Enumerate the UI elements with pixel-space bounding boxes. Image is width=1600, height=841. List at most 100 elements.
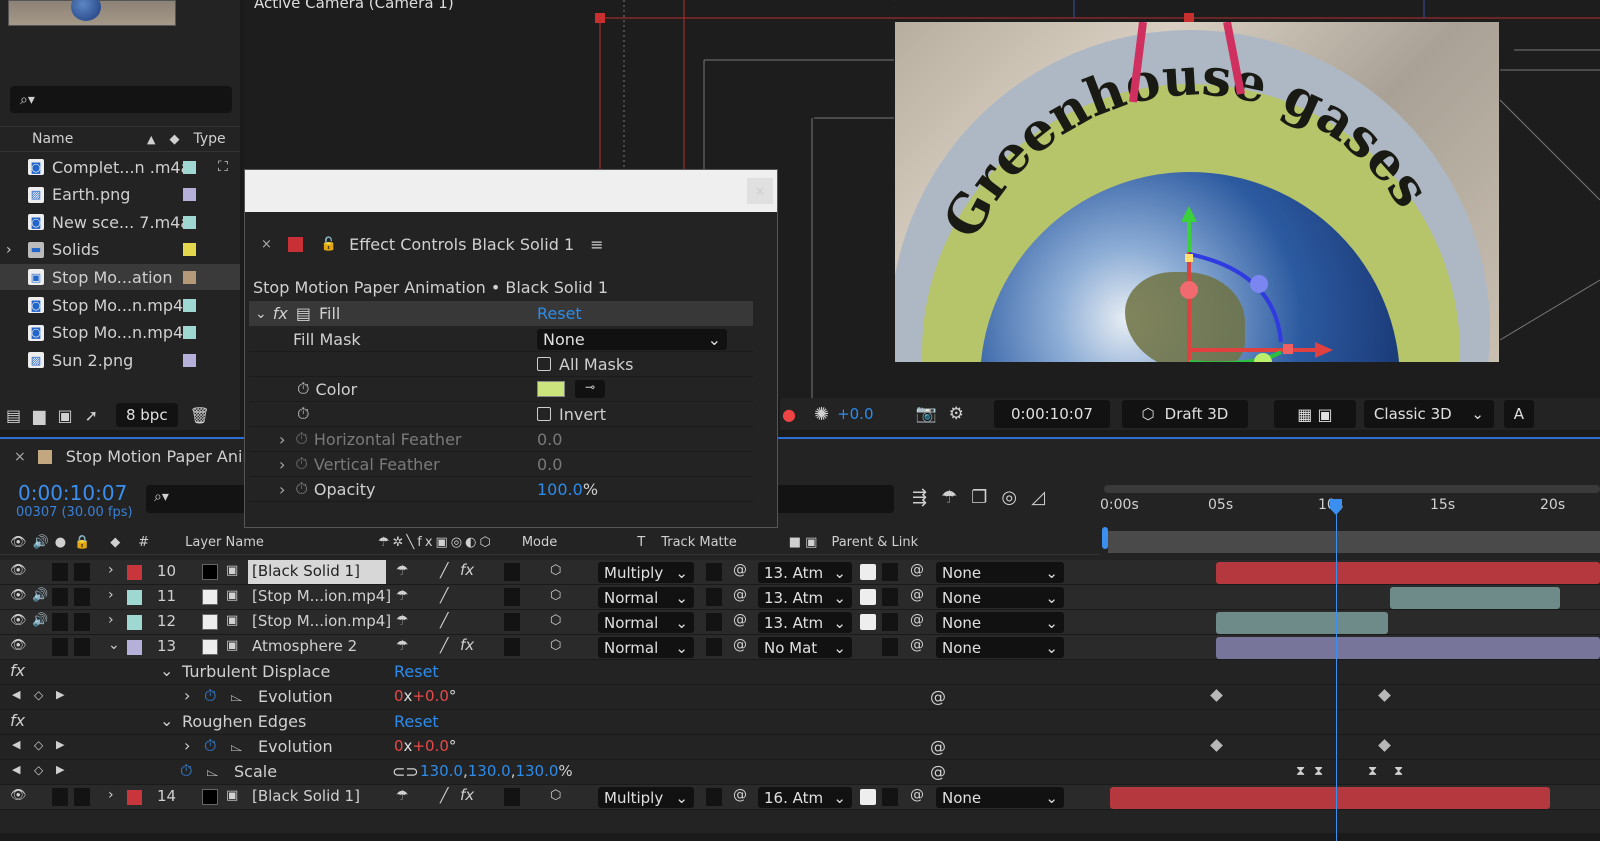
switch-box[interactable] [504, 638, 520, 656]
close-tab-icon[interactable]: × [14, 449, 26, 465]
lock-switch[interactable] [74, 788, 90, 806]
graph-icon[interactable]: ⌳ [206, 761, 218, 781]
expand-chevron-icon[interactable]: › [184, 686, 190, 705]
blend-mode-dropdown[interactable]: Normal ⌄ [598, 587, 694, 608]
time-ruler[interactable]: 0:00s 05s 10s 15s 20s [1100, 479, 1600, 529]
hold-keyframe-icon[interactable]: ⧗ [1394, 764, 1403, 779]
evolution-value[interactable]: 0x+0.0° [394, 687, 456, 705]
eye-icon[interactable]: 👁 [10, 588, 27, 603]
add-keyframe-icon[interactable]: ◇ [34, 688, 43, 702]
track-matte-pickwhip-icon[interactable]: @ [733, 787, 747, 803]
parent-pickwhip-icon[interactable]: @ [910, 587, 924, 603]
track-matte-header[interactable]: Track Matte [661, 535, 737, 550]
track-matte-pickwhip-icon[interactable]: @ [733, 562, 747, 578]
project-item[interactable]: ▨ Earth.png [0, 182, 240, 208]
solo-switch[interactable] [52, 588, 68, 606]
solo-header-icon[interactable]: ● [55, 535, 66, 550]
project-settings-icon[interactable]: ➚ [85, 406, 98, 425]
reset-exposure-icon[interactable]: ✺ [814, 404, 829, 425]
matte-invert-switch[interactable] [882, 788, 898, 806]
effect-turbulent-displace[interactable]: Turbulent Displace [182, 662, 330, 681]
invert-checkbox[interactable] [537, 407, 551, 421]
column-type[interactable]: Type [193, 131, 225, 147]
eye-header-icon[interactable]: 👁 [10, 535, 27, 550]
preserve-transparency[interactable] [706, 563, 722, 581]
layer-name[interactable]: [Black Solid 1] [248, 560, 386, 584]
preserve-transparency[interactable] [706, 788, 722, 806]
sort-up-icon[interactable]: ▲ [147, 133, 155, 146]
next-keyframe-icon[interactable]: ▶ [56, 763, 64, 776]
layer-label-swatch[interactable] [127, 590, 142, 605]
renderer-dropdown[interactable]: Classic 3D ⌄ [1363, 400, 1494, 428]
stopwatch-icon[interactable]: ⏱ [180, 761, 192, 781]
graph-icon[interactable]: ⌳ [230, 736, 242, 756]
matte-alpha-icon[interactable] [860, 614, 876, 630]
current-time[interactable]: 0:00:10:07 [18, 481, 127, 505]
track-matte-dropdown[interactable]: 16. Atm ⌄ [758, 787, 852, 808]
fx-switch[interactable]: fx [460, 636, 474, 654]
collapse-chevron-icon[interactable]: ⌄ [160, 661, 173, 680]
roughen-reset-link[interactable]: Reset [394, 712, 439, 731]
add-keyframe-icon[interactable]: ◇ [34, 738, 43, 752]
layer-name[interactable]: [Stop M...ion.mp4] [248, 585, 395, 609]
frame-blend-icon[interactable]: ❐ [971, 487, 987, 508]
preserve-transparency[interactable] [706, 638, 722, 656]
project-item-label[interactable] [183, 353, 196, 367]
blend-mode-dropdown[interactable]: Normal ⌄ [598, 637, 694, 658]
constrain-link-icon[interactable]: ⊂⊃ [392, 762, 419, 781]
switch-box[interactable] [504, 788, 520, 806]
parent-dropdown[interactable]: None ⌄ [936, 587, 1064, 608]
3d-layer-icon[interactable]: ⬡ [550, 638, 561, 653]
preset-icon[interactable]: ▤ [296, 304, 311, 323]
shy-switch-icon[interactable]: ☂ [396, 613, 409, 629]
project-item[interactable]: ◙ Complet...n .m4a ⛶ [0, 154, 240, 180]
new-folder-icon[interactable]: ▆ [33, 406, 45, 425]
eyedropper-icon[interactable]: ⊸ [575, 380, 605, 398]
layer-label-swatch[interactable] [127, 615, 142, 630]
project-item-label[interactable] [183, 188, 196, 202]
project-item[interactable]: ▨ Sun 2.png [0, 347, 240, 373]
track-matte-dropdown[interactable]: 13. Atm ⌄ [758, 587, 852, 608]
project-item-label[interactable] [183, 215, 196, 229]
effect-reset-link[interactable]: Reset [537, 304, 582, 323]
interpret-footage-icon[interactable]: ▤ [6, 406, 21, 425]
eye-icon[interactable]: 👁 [10, 613, 27, 628]
matte-alpha-icon[interactable] [860, 564, 876, 580]
effect-tab-label[interactable]: Effect Controls Black Solid 1 [349, 235, 574, 254]
layer-label-swatch[interactable] [127, 640, 142, 655]
layer-name[interactable]: [Stop M...ion.mp4] [248, 610, 395, 634]
audio-icon[interactable]: 🔊 [32, 613, 48, 628]
parent-pickwhip-icon[interactable]: @ [910, 612, 924, 628]
project-item-label[interactable] [183, 160, 196, 174]
track-matte-pickwhip-icon[interactable]: @ [733, 612, 747, 628]
panel-color-swatch[interactable] [287, 236, 303, 252]
parent-dropdown[interactable]: None ⌄ [936, 612, 1064, 633]
project-item[interactable]: ◙ Stop Mo...n.mp4 [0, 292, 240, 318]
stopwatch-icon[interactable]: ⏱ [204, 736, 216, 756]
solo-switch[interactable] [52, 788, 68, 806]
timeline-search-wide[interactable] [776, 485, 894, 513]
next-keyframe-icon[interactable]: ▶ [56, 688, 64, 701]
project-item[interactable]: ◙ Stop Mo...n.mp4 [0, 320, 240, 346]
lock-switch[interactable] [74, 563, 90, 581]
collapse-chevron-icon[interactable]: ⌄ [255, 306, 267, 322]
expand-chevron-icon[interactable]: › [108, 587, 114, 603]
track-matte-pickwhip-icon[interactable]: @ [733, 587, 747, 603]
parent-pickwhip-icon[interactable]: @ [910, 787, 924, 803]
layer-duration-bar[interactable] [1216, 637, 1600, 659]
switch-box[interactable] [504, 563, 520, 581]
close-panel-icon[interactable]: × [261, 237, 272, 252]
layer-duration-bar[interactable] [1110, 787, 1550, 809]
quality-switch[interactable]: ╱ [440, 638, 448, 654]
parent-dropdown[interactable]: None ⌄ [936, 637, 1064, 658]
blend-mode-dropdown[interactable]: Multiply ⌄ [598, 562, 694, 583]
column-name[interactable]: Name [32, 131, 147, 147]
timeline-tab[interactable]: × Stop Motion Paper Anim [14, 447, 258, 466]
mode-header[interactable]: Mode [522, 535, 557, 550]
solo-switch[interactable] [52, 613, 68, 631]
lock-switch[interactable] [74, 638, 90, 656]
scale-z[interactable]: 130.0 [515, 762, 558, 780]
channel-icon[interactable]: ● [782, 405, 796, 424]
turbulent-reset-link[interactable]: Reset [394, 662, 439, 681]
layer-name[interactable]: [Black Solid 1] [248, 785, 364, 809]
